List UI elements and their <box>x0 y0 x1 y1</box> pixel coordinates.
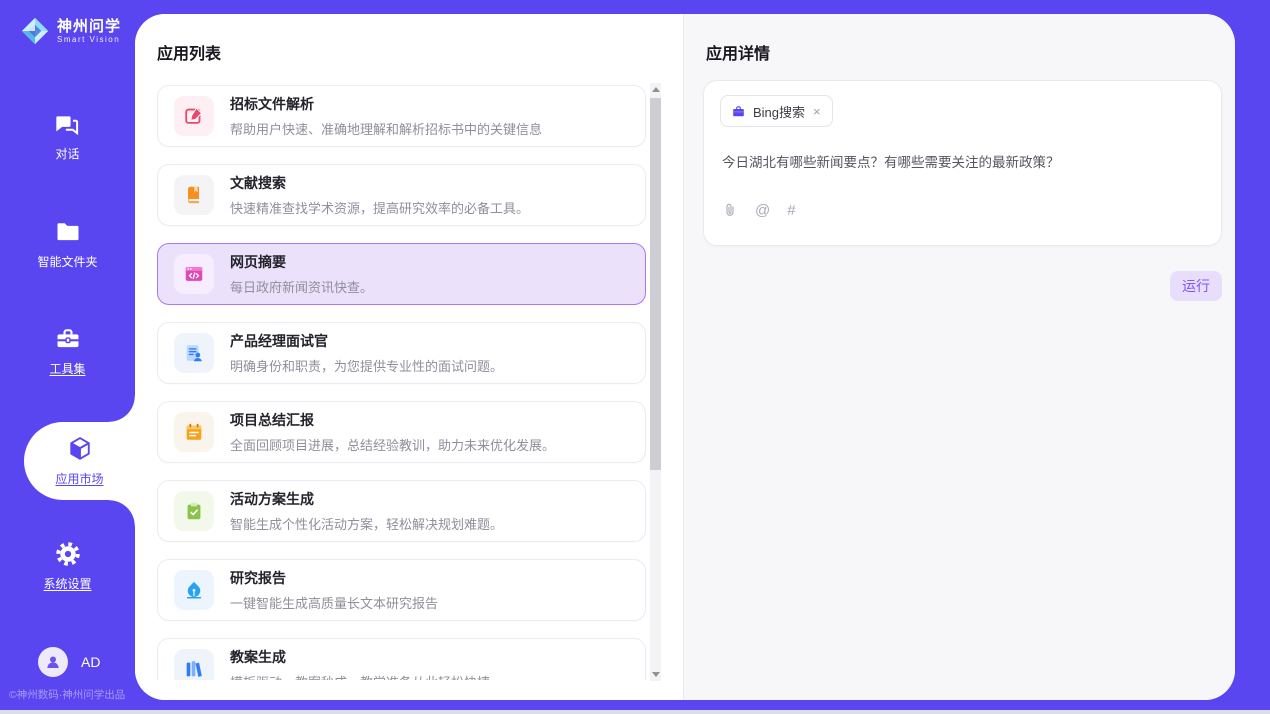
app-name: 教案生成 <box>230 647 490 667</box>
app-card-lesson-plan[interactable]: 教案生成 模板驱动，教案秒成，教学准备从此轻松快捷 <box>157 638 646 680</box>
app-card-bid-doc-parsing[interactable]: 招标文件解析 帮助用户快速、准确地理解和解析招标书中的关键信息 <box>157 85 646 147</box>
brand-tagline: Smart Vision <box>57 35 121 44</box>
scrollbar-up-arrow[interactable] <box>650 83 661 96</box>
sidebar-item-label: 工具集 <box>49 360 85 377</box>
app-name: 文献搜索 <box>230 173 529 193</box>
gear-icon <box>54 540 82 568</box>
folder-icon <box>54 218 82 246</box>
app-list-title: 应用列表 <box>157 40 221 64</box>
brand-logo: 神州问学 Smart Vision <box>20 16 121 46</box>
app-desc: 全面回顾项目进展，总结经验教训，助力未来优化发展。 <box>230 435 555 454</box>
gem-logo-icon <box>20 16 50 46</box>
briefcase-icon <box>731 104 746 119</box>
topic-icon[interactable]: # <box>787 203 795 218</box>
prompt-composer[interactable]: Bing搜索 × 今日湖北有哪些新闻要点？有哪些需要关注的最新政策？ @ # <box>703 80 1222 246</box>
calendar-icon <box>183 421 205 443</box>
app-window: 神州问学 Smart Vision 对话 智能文件夹 <box>0 0 1270 714</box>
user-account[interactable]: AD <box>38 647 100 677</box>
app-list-scroll-area: 招标文件解析 帮助用户快速、准确地理解和解析招标书中的关键信息 <box>157 85 646 680</box>
sidebar-item-smart-folder[interactable]: 智能文件夹 <box>0 214 135 274</box>
chat-icon <box>54 110 82 138</box>
app-detail-panel: 应用详情 Bing搜索 × 今日湖北有哪些新闻要点？有哪些需要关注的最新政策？ <box>683 14 1235 700</box>
books-icon <box>183 658 205 680</box>
avatar <box>38 647 68 677</box>
user-name: AD <box>81 654 100 670</box>
bottom-strip <box>0 710 1270 714</box>
interviewer-icon <box>183 342 205 364</box>
app-list-panel: 应用列表 招标文件解析 帮助用户快速、准确地理解和解析招标书中的关键信息 <box>135 14 683 700</box>
app-card-web-summary[interactable]: 网页摘要 每日政府新闻资讯快查。 <box>157 243 646 305</box>
app-name: 研究报告 <box>230 568 438 588</box>
run-button[interactable]: 运行 <box>1170 271 1222 301</box>
sidebar-item-chat[interactable]: 对话 <box>0 106 135 166</box>
toolbox-icon <box>54 325 82 353</box>
edit-square-icon <box>183 105 205 127</box>
sidebar-item-label: 对话 <box>55 145 79 162</box>
scrollbar-thumb[interactable] <box>650 98 661 470</box>
prompt-input[interactable]: 今日湖北有哪些新闻要点？有哪些需要关注的最新政策？ <box>722 151 1203 171</box>
composer-toolbar: @ # <box>722 202 796 218</box>
app-desc: 一键智能生成高质量长文本研究报告 <box>230 593 438 612</box>
app-name: 项目总结汇报 <box>230 410 555 430</box>
app-desc: 明确身份和职责，为您提供专业性的面试问题。 <box>230 356 503 375</box>
cube-icon <box>66 435 94 463</box>
app-desc: 模板驱动，教案秒成，教学准备从此轻松快捷 <box>230 672 490 680</box>
app-card-project-summary[interactable]: 项目总结汇报 全面回顾项目进展，总结经验教训，助力未来优化发展。 <box>157 401 646 463</box>
copyright-footer: ©神州数码·神州问学出品 <box>9 687 125 702</box>
app-desc: 智能生成个性化活动方案，轻松解决规划难题。 <box>230 514 503 533</box>
app-card-research-report[interactable]: 研究报告 一键智能生成高质量长文本研究报告 <box>157 559 646 621</box>
mention-icon[interactable]: @ <box>755 203 770 218</box>
app-list-scrollbar[interactable] <box>650 83 661 681</box>
tool-tag-close-icon[interactable]: × <box>812 105 822 118</box>
app-name: 招标文件解析 <box>230 94 542 114</box>
book-icon <box>183 184 205 206</box>
sidebar-item-label: 应用市场 <box>55 470 103 487</box>
sidebar-item-label: 系统设置 <box>43 575 91 592</box>
attachment-icon[interactable] <box>722 202 738 218</box>
content-area: 应用列表 招标文件解析 帮助用户快速、准确地理解和解析招标书中的关键信息 <box>135 14 1235 700</box>
app-name: 活动方案生成 <box>230 489 503 509</box>
app-name: 产品经理面试官 <box>230 331 503 351</box>
clipboard-check-icon <box>183 500 205 522</box>
purple-frame: 神州问学 Smart Vision 对话 智能文件夹 <box>0 0 1270 710</box>
tool-tag-bing-search[interactable]: Bing搜索 × <box>720 95 833 127</box>
app-name: 网页摘要 <box>230 252 373 272</box>
sidebar-item-toolset[interactable]: 工具集 <box>0 321 135 381</box>
avatar-icon <box>44 653 62 671</box>
app-desc: 快速精准查找学术资源，提高研究效率的必备工具。 <box>230 198 529 217</box>
brand-name: 神州问学 <box>57 18 121 35</box>
app-card-event-plan[interactable]: 活动方案生成 智能生成个性化活动方案，轻松解决规划难题。 <box>157 480 646 542</box>
sidebar-item-label: 智能文件夹 <box>37 253 97 270</box>
ink-pen-icon <box>183 579 205 601</box>
tool-tag-label: Bing搜索 <box>753 102 805 121</box>
sidebar-item-settings[interactable]: 系统设置 <box>0 536 135 596</box>
app-card-pm-interviewer[interactable]: 产品经理面试官 明确身份和职责，为您提供专业性的面试问题。 <box>157 322 646 384</box>
app-card-literature-search[interactable]: 文献搜索 快速精准查找学术资源，提高研究效率的必备工具。 <box>157 164 646 226</box>
app-desc: 帮助用户快速、准确地理解和解析招标书中的关键信息 <box>230 119 542 138</box>
app-detail-title: 应用详情 <box>706 40 770 64</box>
sidebar: 神州问学 Smart Vision 对话 智能文件夹 <box>0 0 135 710</box>
app-desc: 每日政府新闻资讯快查。 <box>230 277 373 296</box>
sidebar-item-app-market[interactable]: 应用市场 <box>24 422 135 500</box>
scrollbar-down-arrow[interactable] <box>650 668 661 681</box>
browser-code-icon <box>183 263 205 285</box>
